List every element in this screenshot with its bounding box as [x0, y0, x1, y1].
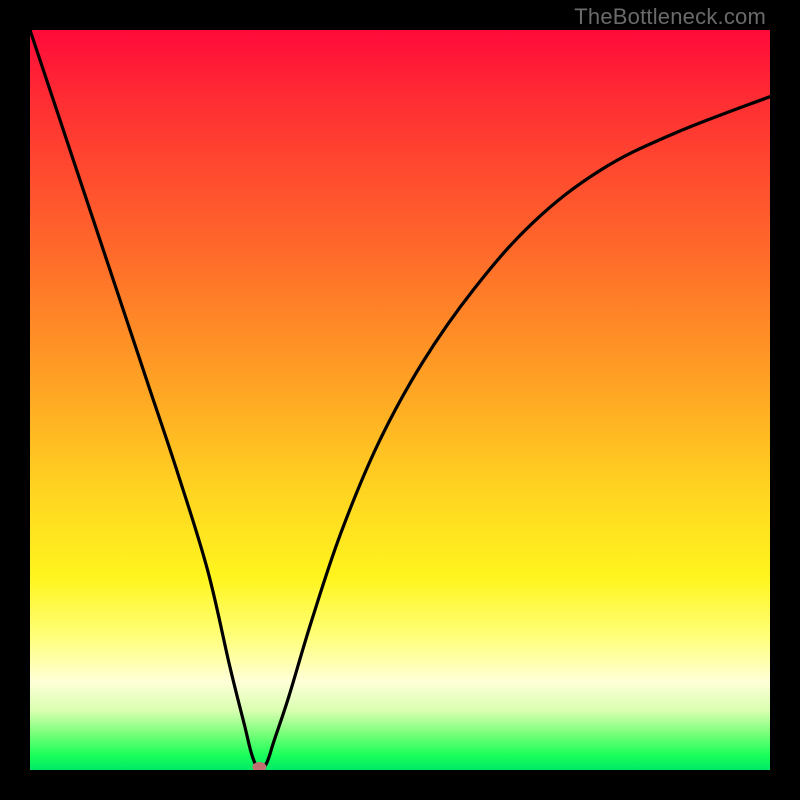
plot-area: [30, 30, 770, 770]
watermark-label: TheBottleneck.com: [574, 4, 766, 30]
bottleneck-curve: [30, 30, 770, 770]
curve-svg: [30, 30, 770, 770]
chart-frame: TheBottleneck.com: [0, 0, 800, 800]
